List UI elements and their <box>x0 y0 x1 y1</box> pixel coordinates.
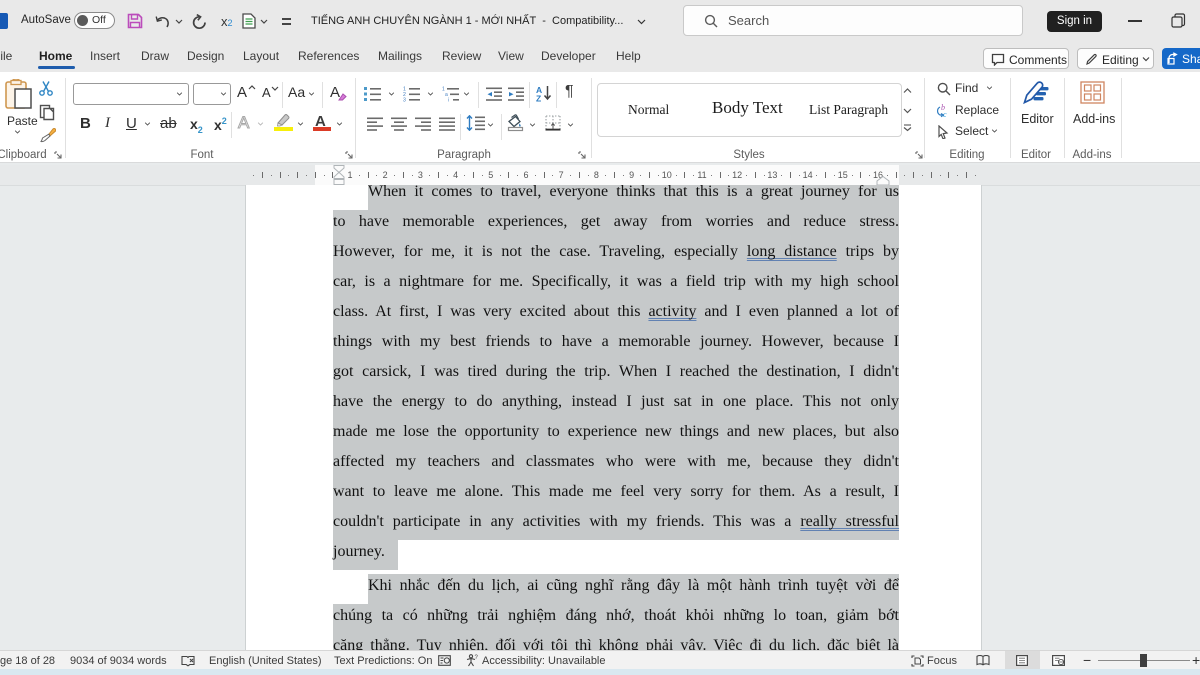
svg-text:i: i <box>448 97 449 102</box>
svg-text:?: ? <box>475 655 479 661</box>
svg-text:3: 3 <box>403 97 406 102</box>
svg-text:Z: Z <box>536 94 541 103</box>
svg-text:c: c <box>943 110 947 118</box>
